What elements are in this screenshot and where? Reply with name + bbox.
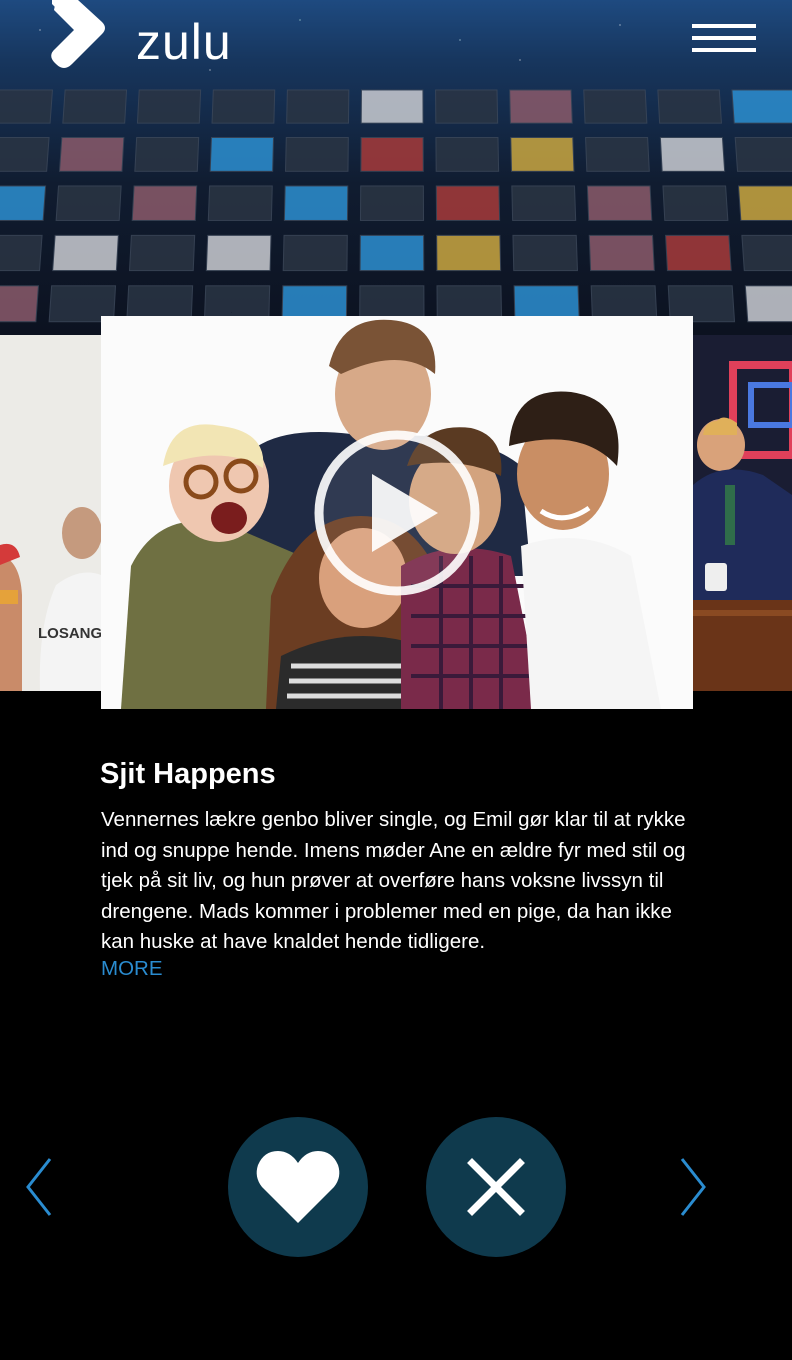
chevron-left-icon[interactable] (20, 1155, 60, 1219)
next-show-card[interactable] (693, 335, 792, 691)
dismiss-button[interactable] (426, 1117, 566, 1257)
next-show-thumbnail (693, 335, 792, 691)
heart-icon (256, 1151, 340, 1223)
previous-show-card[interactable]: LOSANGE (0, 335, 101, 691)
hero-background: zulu (0, 0, 792, 335)
zulu-chevron-logo-icon (51, 0, 105, 68)
tv-wall (0, 89, 792, 335)
svg-text:LOSANGE: LOSANGE (38, 625, 101, 642)
like-button[interactable] (228, 1117, 368, 1257)
previous-show-thumbnail: LOSANGE (0, 335, 101, 691)
show-title: Sjit Happens (100, 758, 276, 790)
chevron-right-icon[interactable] (672, 1155, 712, 1219)
zulu-logo[interactable]: zulu (50, 0, 260, 76)
hamburger-menu-icon[interactable] (692, 24, 756, 56)
show-description: Vennernes lækre genbo bliver single, og … (101, 808, 686, 953)
play-icon[interactable] (312, 428, 482, 598)
logo-text: zulu (136, 14, 232, 70)
close-icon (467, 1158, 525, 1216)
more-link[interactable]: MORE (101, 954, 163, 984)
